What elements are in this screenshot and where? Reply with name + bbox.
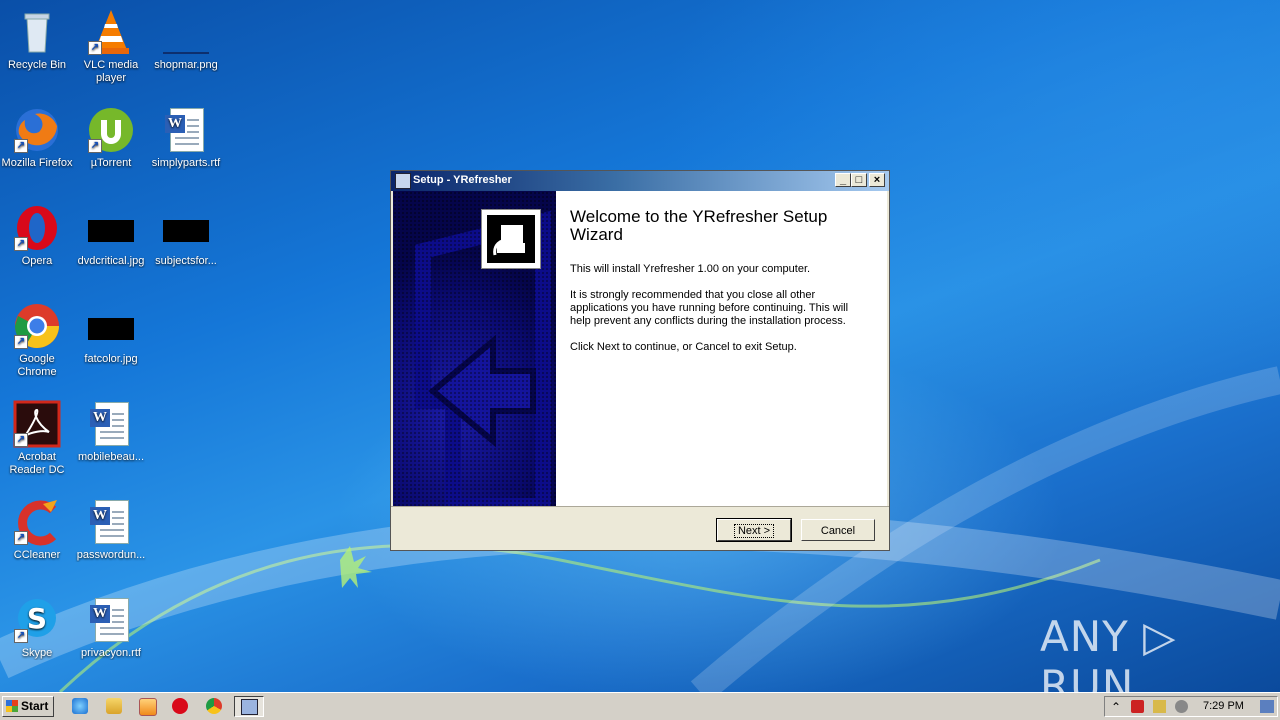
image-file-icon xyxy=(162,8,210,56)
desktop-icon-shopmar[interactable]: shopmar.png xyxy=(149,4,223,72)
icon-label: Mozilla Firefox xyxy=(1,157,73,169)
setup-logo-icon xyxy=(481,209,541,269)
desktop-icon-firefox[interactable]: ↗ Mozilla Firefox xyxy=(0,102,74,170)
desktop: Recycle Bin ↗ Mozilla Firefox ↗ Opera ↗ … xyxy=(0,0,1280,692)
taskbar: Start ⌃ 7:29 PM xyxy=(0,692,1280,720)
desktop-icon-mobilebeau[interactable]: W mobilebeau... xyxy=(74,396,148,464)
desktop-icon-utorrent[interactable]: ↗ µTorrent xyxy=(74,102,148,170)
icon-label: shopmar.png xyxy=(154,59,218,71)
anyrun-watermark: ANY ▷ RUN xyxy=(1040,612,1177,692)
desktop-icon-simplyparts[interactable]: W simplyparts.rtf xyxy=(149,102,223,170)
file-explorer-icon[interactable] xyxy=(106,698,122,714)
icon-label: mobilebeau... xyxy=(77,451,145,463)
shortcut-arrow-icon: ↗ xyxy=(88,41,102,55)
icon-label: Acrobat Reader DC xyxy=(9,451,65,476)
icon-label: fatcolor.jpg xyxy=(84,353,138,365)
clock[interactable]: 7:29 PM xyxy=(1203,697,1244,716)
minimize-button[interactable]: _ xyxy=(835,173,851,187)
cancel-button[interactable]: Cancel xyxy=(801,519,875,541)
next-button-label: Next > xyxy=(733,524,775,538)
opera-taskbar-icon[interactable] xyxy=(172,698,188,714)
desktop-icon-dvdcritical[interactable]: dvdcritical.jpg xyxy=(74,200,148,268)
close-button[interactable]: × xyxy=(869,173,885,187)
wizard-heading: Welcome to the YRefresher Setup Wizard xyxy=(570,207,828,244)
setup-window[interactable]: Setup - YRefresher _ □ × Welcome to the … xyxy=(390,170,890,551)
show-hidden-icons-button[interactable]: ⌃ xyxy=(1111,698,1121,716)
icon-label: passwordun... xyxy=(76,549,146,561)
chrome-taskbar-icon[interactable] xyxy=(206,698,222,714)
wizard-button-bar: Next > Cancel xyxy=(391,506,889,551)
icon-label: subjectsfor... xyxy=(155,255,217,267)
media-player-icon[interactable] xyxy=(139,698,157,716)
wizard-side-image xyxy=(393,191,556,506)
shortcut-arrow-icon: ↗ xyxy=(88,139,102,153)
shortcut-arrow-icon: ↗ xyxy=(14,335,28,349)
icon-label: VLC media player xyxy=(83,59,139,84)
desktop-icon-recycle-bin[interactable]: Recycle Bin xyxy=(0,4,74,72)
icon-label: Google Chrome xyxy=(17,353,57,378)
wizard-instruction-text: Click Next to continue, or Cancel to exi… xyxy=(570,341,797,353)
image-file-icon xyxy=(87,204,135,252)
desktop-icon-skype[interactable]: S ↗ Skype xyxy=(0,592,74,660)
desktop-icon-subjectsfor[interactable]: subjectsfor... xyxy=(149,200,223,268)
desktop-icon-ccleaner[interactable]: ↗ CCleaner xyxy=(0,494,74,562)
icon-label: CCleaner xyxy=(13,549,61,561)
shortcut-arrow-icon: ↗ xyxy=(14,139,28,153)
show-desktop-button[interactable] xyxy=(1260,700,1274,713)
network-icon[interactable] xyxy=(1153,700,1166,713)
wizard-intro-text: This will install Yrefresher 1.00 on you… xyxy=(570,263,811,275)
shortcut-arrow-icon: ↗ xyxy=(14,629,28,643)
maximize-button[interactable]: □ xyxy=(851,173,867,187)
recycle-bin-icon xyxy=(24,13,50,53)
volume-icon[interactable] xyxy=(1175,700,1188,713)
desktop-icon-passwordun[interactable]: W passwordun... xyxy=(74,494,148,562)
icon-label: simplyparts.rtf xyxy=(151,157,221,169)
wizard-content: Welcome to the YRefresher Setup Wizard T… xyxy=(393,191,887,506)
taskbar-setup-window-button[interactable] xyxy=(234,696,264,717)
icon-label: µTorrent xyxy=(90,157,132,169)
icon-label: Opera xyxy=(21,255,53,267)
next-button[interactable]: Next > xyxy=(716,518,792,542)
window-titlebar[interactable]: Setup - YRefresher _ □ × xyxy=(391,171,889,191)
word-document-icon: W xyxy=(87,596,135,644)
windows-logo-icon xyxy=(6,700,18,712)
start-button[interactable]: Start xyxy=(2,696,54,717)
image-file-icon xyxy=(87,302,135,350)
word-document-icon: W xyxy=(87,400,135,448)
setup-app-icon xyxy=(395,173,411,189)
icon-label: Recycle Bin xyxy=(7,59,67,71)
desktop-icon-fatcolor[interactable]: fatcolor.jpg xyxy=(74,298,148,366)
svg-text:S: S xyxy=(27,602,47,635)
system-tray: ⌃ 7:29 PM xyxy=(1104,696,1278,717)
icon-label: dvdcritical.jpg xyxy=(77,255,145,267)
word-document-icon: W xyxy=(87,498,135,546)
icon-label: Skype xyxy=(21,647,53,659)
installer-computer-icon xyxy=(493,225,525,256)
action-center-icon[interactable] xyxy=(1131,700,1144,713)
shortcut-arrow-icon: ↗ xyxy=(14,433,28,447)
internet-explorer-icon[interactable] xyxy=(72,698,88,714)
shortcut-arrow-icon: ↗ xyxy=(14,531,28,545)
start-label: Start xyxy=(21,699,49,713)
setup-app-icon xyxy=(241,699,258,715)
window-title: Setup - YRefresher xyxy=(413,174,512,186)
desktop-icon-opera[interactable]: ↗ Opera xyxy=(0,200,74,268)
desktop-icon-chrome[interactable]: ↗ Google Chrome xyxy=(0,298,74,379)
word-document-icon: W xyxy=(162,106,210,154)
icon-label: privacyon.rtf xyxy=(81,647,141,659)
wizard-recommendation-text: It is strongly recommended that you clos… xyxy=(570,289,849,327)
shortcut-arrow-icon: ↗ xyxy=(14,237,28,251)
image-file-icon xyxy=(162,204,210,252)
desktop-icon-vlc[interactable]: ↗ VLC media player xyxy=(74,4,148,85)
desktop-icon-privacyon[interactable]: W privacyon.rtf xyxy=(74,592,148,660)
desktop-icon-acrobat[interactable]: ↗ Acrobat Reader DC xyxy=(0,396,74,477)
